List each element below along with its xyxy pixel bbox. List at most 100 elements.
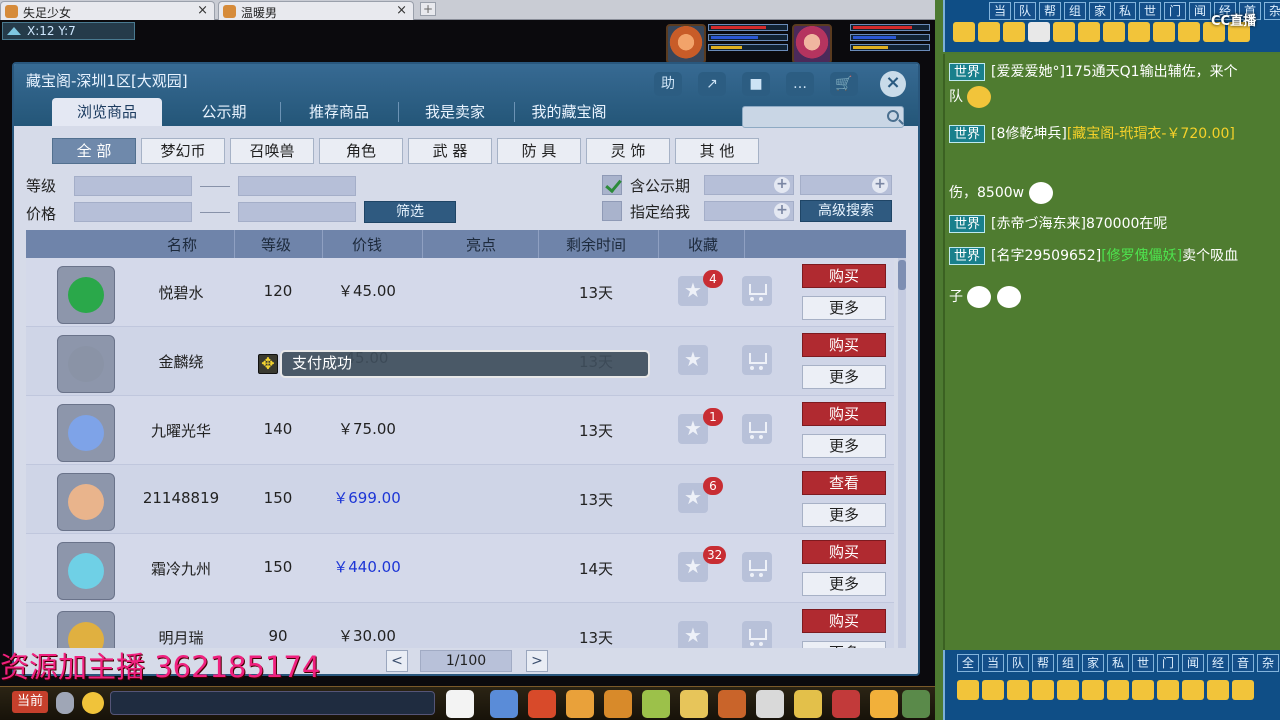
- new-tab-button[interactable]: +: [420, 2, 436, 16]
- item-thumbnail[interactable]: [57, 404, 115, 462]
- system-skill-icon[interactable]: [902, 690, 930, 718]
- chat-filter-tab[interactable]: 杂: [1257, 654, 1279, 672]
- current-channel-button[interactable]: 当前: [12, 691, 48, 713]
- chat-tool-icon[interactable]: [1078, 22, 1100, 42]
- item-thumbnail[interactable]: [57, 473, 115, 531]
- chat-filter-tab[interactable]: 全: [957, 654, 979, 672]
- table-row[interactable]: 霜冷九州 150 ￥440.00 14天 32 购买更多: [26, 534, 894, 603]
- filter-button[interactable]: 筛选: [364, 201, 456, 223]
- sender-name[interactable]: [爱爱爱她°]: [991, 64, 1065, 80]
- plus-icon[interactable]: +: [872, 177, 888, 193]
- notice-select-2[interactable]: +: [800, 175, 892, 195]
- chat-channel-tab[interactable]: 队: [1014, 2, 1036, 20]
- chat-tool-icon[interactable]: [1178, 22, 1200, 42]
- more-button[interactable]: 更多: [802, 365, 886, 389]
- bag-skill-icon[interactable]: [604, 690, 632, 718]
- chat-channel-tab[interactable]: 家: [1089, 2, 1111, 20]
- chat-channel-tab[interactable]: 帮: [1039, 2, 1061, 20]
- sword-skill-icon[interactable]: [490, 690, 518, 718]
- add-to-cart-icon[interactable]: [742, 414, 772, 444]
- chat-channel-tab[interactable]: 门: [1164, 2, 1186, 20]
- chat-tool-icon[interactable]: [1157, 680, 1179, 700]
- chat-input[interactable]: [110, 691, 435, 715]
- chat-tool-icon[interactable]: [1107, 680, 1129, 700]
- table-row[interactable]: 悦碧水 120 ￥45.00 13天 4 购买更多: [26, 258, 894, 327]
- category-other[interactable]: 其 他: [675, 138, 759, 164]
- chat-tool-icon[interactable]: [1007, 680, 1029, 700]
- item-thumbnail[interactable]: [57, 611, 115, 648]
- tab-recommended[interactable]: 推荐商品: [284, 98, 394, 126]
- chat-tool-icon[interactable]: [1153, 22, 1175, 42]
- add-to-cart-icon[interactable]: [742, 345, 772, 375]
- buy-button[interactable]: 购买: [802, 264, 886, 288]
- smile-skill-icon[interactable]: [870, 690, 898, 718]
- chat-tool-icon[interactable]: [1053, 22, 1075, 42]
- share-button[interactable]: ↗: [698, 72, 726, 96]
- buy-button[interactable]: 购买: [802, 333, 886, 357]
- chat-filter-tab[interactable]: 门: [1157, 654, 1179, 672]
- browser-tab-1[interactable]: 失足少女 ×: [0, 1, 215, 20]
- table-row[interactable]: 21148819 150 ￥699.00 13天 6 查看更多: [26, 465, 894, 534]
- world-channel-badge[interactable]: 世界: [949, 247, 985, 265]
- close-tab-icon[interactable]: ×: [197, 3, 208, 18]
- buy-button[interactable]: 查看: [802, 471, 886, 495]
- category-armor[interactable]: 防 具: [497, 138, 581, 164]
- chat-tool-icon[interactable]: [982, 680, 1004, 700]
- chat-tool-icon[interactable]: [1232, 680, 1254, 700]
- more-button[interactable]: 更多: [802, 503, 886, 527]
- item-thumbnail[interactable]: [57, 542, 115, 600]
- tab-notice[interactable]: 公示期: [174, 98, 274, 126]
- chat-tool-icon[interactable]: [1207, 680, 1229, 700]
- chat-filter-tab[interactable]: 闻: [1182, 654, 1204, 672]
- chat-tool-icon[interactable]: [1103, 22, 1125, 42]
- prev-page-button[interactable]: <: [386, 650, 408, 672]
- tab-browse[interactable]: 浏览商品: [52, 98, 162, 126]
- level-max-input[interactable]: [238, 176, 356, 196]
- chat-messages[interactable]: 世界 [爱爱爱她°]175通天Q1输出辅佐，来个队 世界 [8修乾坤兵][藏宝阁-玳…: [943, 54, 1280, 650]
- bell-skill-icon[interactable]: [794, 690, 822, 718]
- favorite-star-icon[interactable]: [678, 345, 708, 375]
- buy-button[interactable]: 购买: [802, 609, 886, 633]
- plus-icon[interactable]: +: [774, 177, 790, 193]
- favorite-star-icon[interactable]: [678, 621, 708, 648]
- sender-name[interactable]: [名字29509652]: [991, 248, 1101, 264]
- chat-filter-tab[interactable]: 经: [1207, 654, 1229, 672]
- chat-tool-icon[interactable]: [1082, 680, 1104, 700]
- window-titlebar[interactable]: 藏宝阁-深圳1区[大观园] 助 ↗ ■ … 🛒 × 浏览商品 公示期 推荐商品 …: [14, 64, 918, 128]
- sender-name[interactable]: [赤帝づ海东来]: [991, 216, 1086, 232]
- chat-filter-tab[interactable]: 当: [982, 654, 1004, 672]
- add-to-cart-icon[interactable]: [742, 552, 772, 582]
- chat-filter-tab[interactable]: 世: [1132, 654, 1154, 672]
- category-characters[interactable]: 角色: [319, 138, 403, 164]
- world-channel-badge[interactable]: 世界: [949, 125, 985, 143]
- world-channel-badge[interactable]: 世界: [949, 63, 985, 81]
- item-skill-icon[interactable]: [566, 690, 594, 718]
- message-button[interactable]: …: [786, 72, 814, 96]
- panda-skill-icon[interactable]: [446, 690, 474, 718]
- level-min-input[interactable]: [74, 176, 192, 196]
- chat-tool-icon[interactable]: [953, 22, 975, 42]
- next-page-button[interactable]: >: [526, 650, 548, 672]
- tab-my-pavilion[interactable]: 我的藏宝阁: [516, 98, 622, 126]
- chat-tool-icon[interactable]: [1128, 22, 1150, 42]
- chat-tool-icon[interactable]: [1032, 680, 1054, 700]
- category-ornaments[interactable]: 灵 饰: [586, 138, 670, 164]
- more-button[interactable]: 更多: [802, 296, 886, 320]
- world-channel-badge[interactable]: 世界: [949, 215, 985, 233]
- cart-button[interactable]: 🛒: [830, 72, 858, 96]
- category-pets[interactable]: 召唤兽: [230, 138, 314, 164]
- microphone-icon[interactable]: [56, 692, 74, 714]
- notice-select-1[interactable]: +: [704, 175, 794, 195]
- chat-channel-tab[interactable]: 闻: [1189, 2, 1211, 20]
- fire-skill-icon[interactable]: [718, 690, 746, 718]
- search-icon[interactable]: [887, 110, 899, 122]
- item-thumbnail[interactable]: [57, 335, 115, 393]
- pet-portrait[interactable]: [666, 24, 706, 64]
- buy-button[interactable]: 购买: [802, 402, 886, 426]
- category-currency[interactable]: 梦幻币: [141, 138, 225, 164]
- chat-tool-icon[interactable]: [1057, 680, 1079, 700]
- item-thumbnail[interactable]: [57, 266, 115, 324]
- player-portrait[interactable]: [792, 24, 832, 64]
- search-input[interactable]: [742, 106, 904, 128]
- chat-channel-tab[interactable]: 当: [989, 2, 1011, 20]
